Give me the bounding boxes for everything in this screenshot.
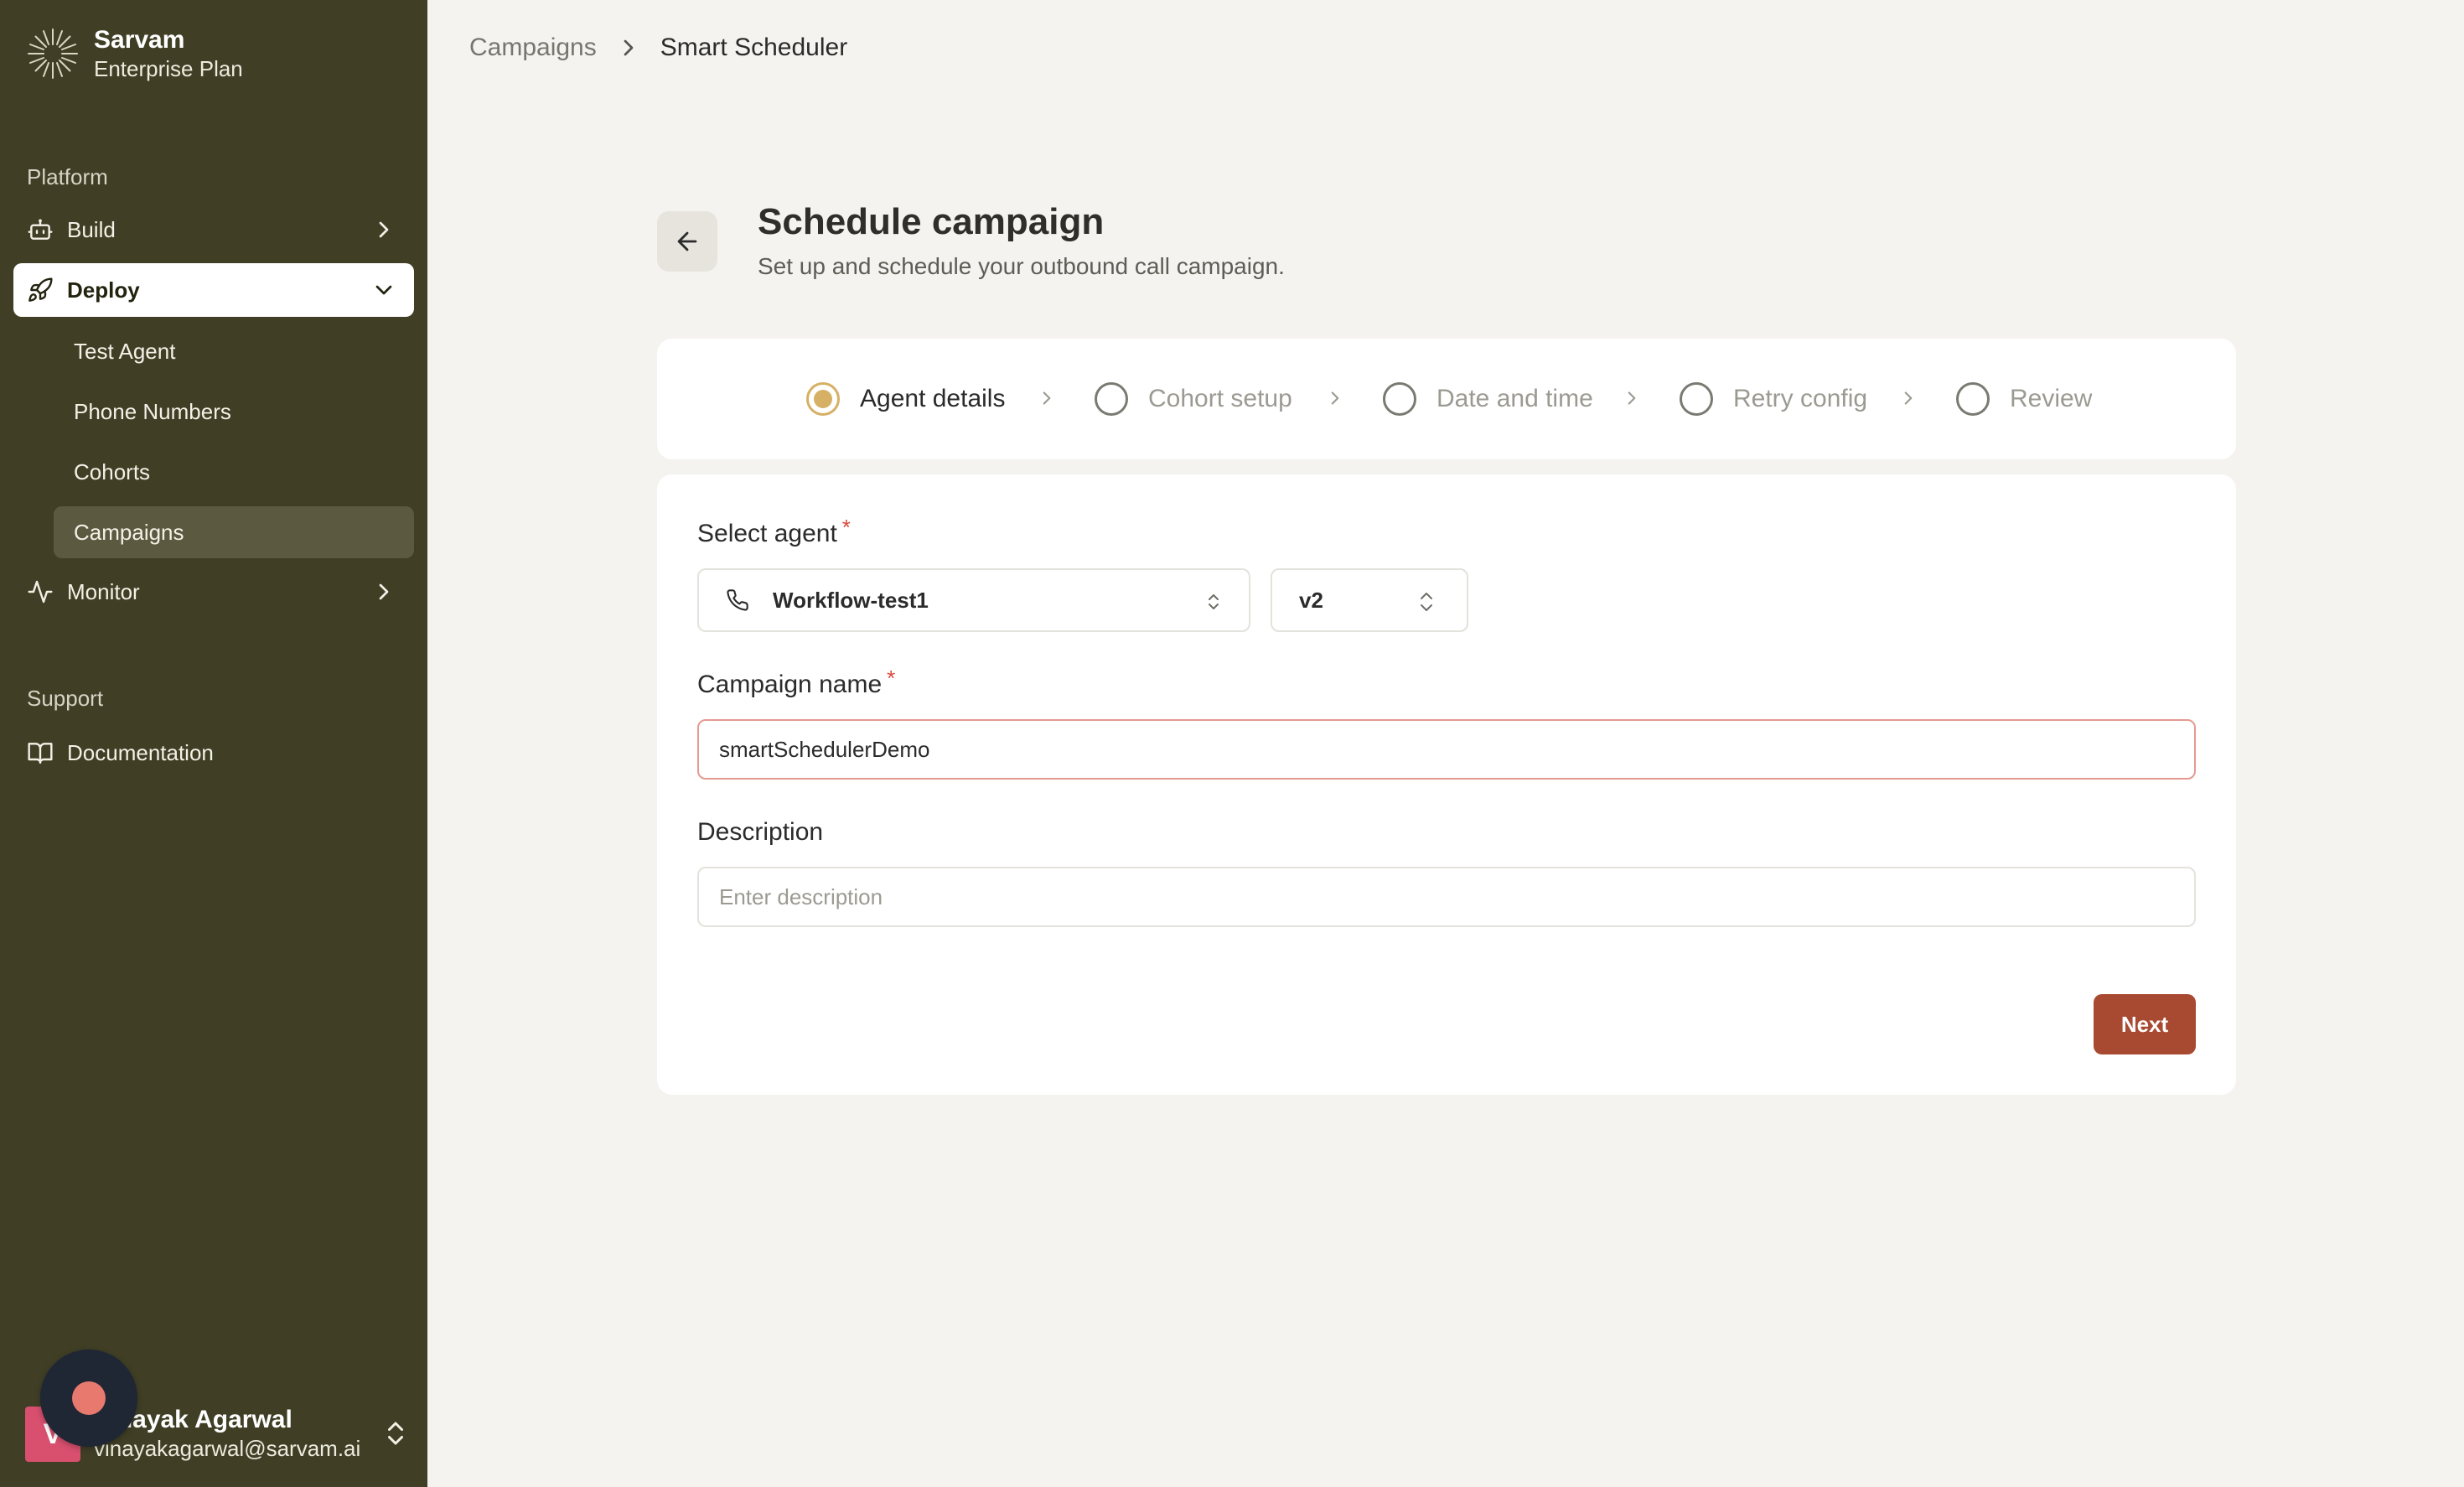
description-input[interactable] [697,867,2196,927]
phone-icon [727,589,748,611]
description-label: Description [697,818,824,846]
sidebar-subitem-campaigns[interactable]: Campaigns [54,506,414,558]
campaign-name-label: Campaign name * [697,666,895,699]
page-title: Schedule campaign [758,201,1105,242]
brand-text: Sarvam Enterprise Plan [94,25,243,82]
record-button[interactable] [40,1350,137,1447]
campaign-name-input[interactable] [697,719,2196,780]
version-select-value: v2 [1299,587,1323,613]
chevron-right-icon [1043,391,1051,405]
step-indicator-icon [1956,382,1990,416]
record-dot-icon [72,1381,106,1415]
step-label: Retry config [1733,385,1868,412]
select-agent-label: Select agent * [697,515,851,548]
step-indicator-icon [1383,382,1416,416]
breadcrumb-current: Smart Scheduler [660,34,848,61]
chevron-right-icon [1331,391,1339,405]
arrow-left-icon [677,231,697,251]
brand-name: Sarvam [94,26,185,54]
chevrons-up-down-icon [1421,593,1432,611]
activity-icon [27,578,54,605]
brand-plan: Enterprise Plan [94,56,243,81]
select-agent-label-text: Select agent [697,520,837,547]
chevron-right-icon [1904,391,1913,405]
step-retry-config[interactable]: Retry config [1680,382,1867,416]
chevrons-up-down-icon [388,1422,403,1445]
chevron-down-icon [375,285,392,295]
step-indicator-icon [1095,382,1128,416]
sidebar-item-monitor[interactable]: Monitor [13,565,414,619]
step-label: Agent details [860,385,1006,412]
support-section-label: Support [27,686,104,711]
agent-select-value: Workflow-test1 [773,587,929,613]
sidebar-item-label: Build [67,216,116,242]
next-button[interactable]: Next [2094,994,2196,1054]
back-button[interactable] [657,211,717,272]
step-indicator-icon [1680,382,1713,416]
bot-icon [27,216,54,243]
sidebar: Sarvam Enterprise Plan Platform Build De… [0,0,427,1487]
chevrons-up-down-icon [1209,594,1219,609]
sidebar-item-deploy[interactable]: Deploy [13,263,414,317]
book-icon [27,739,54,766]
platform-section-label: Platform [27,164,108,189]
breadcrumb: Campaigns Smart Scheduler [469,34,847,62]
step-cohort-setup[interactable]: Cohort setup [1095,382,1292,416]
chevron-right-icon [624,39,634,56]
required-marker: * [887,666,896,691]
page-subtitle: Set up and schedule your outbound call c… [758,253,1285,279]
version-select[interactable]: v2 [1271,568,1468,632]
campaign-form: Select agent * Workflow-test1 v2 Campaign… [657,474,2236,1095]
step-label: Date and time [1436,385,1593,412]
campaign-name-label-text: Campaign name [697,671,883,698]
step-agent-details[interactable]: Agent details [806,382,1005,416]
step-indicator-icon [806,382,840,416]
sidebar-subitem-test-agent[interactable]: Test Agent [54,325,414,377]
sidebar-item-label: Monitor [67,578,140,604]
sidebar-item-label: Documentation [67,739,214,765]
sidebar-item-build[interactable]: Build [13,203,414,256]
step-review[interactable]: Review [1956,382,2092,416]
agent-select[interactable]: Workflow-test1 [697,568,1250,632]
breadcrumb-campaigns[interactable]: Campaigns [469,34,597,62]
user-email: vinayakagarwal@sarvam.ai [94,1436,361,1461]
rocket-icon [27,277,54,303]
sarvam-logo-icon [28,28,78,79]
step-date-and-time[interactable]: Date and time [1383,382,1593,416]
stepper: Agent details Cohort setup Date and time… [657,339,2236,459]
chevron-right-icon [379,221,389,238]
chevron-right-icon [379,583,389,600]
step-label: Review [2010,385,2093,412]
brand[interactable]: Sarvam Enterprise Plan [25,25,243,82]
sidebar-subitem-phone-numbers[interactable]: Phone Numbers [54,386,414,438]
sidebar-item-documentation[interactable]: Documentation [13,726,414,780]
step-label: Cohort setup [1148,385,1292,412]
sidebar-subitem-cohorts[interactable]: Cohorts [54,446,414,498]
required-marker: * [841,515,851,540]
chevron-right-icon [1628,391,1636,405]
sidebar-item-label: Deploy [67,277,140,303]
